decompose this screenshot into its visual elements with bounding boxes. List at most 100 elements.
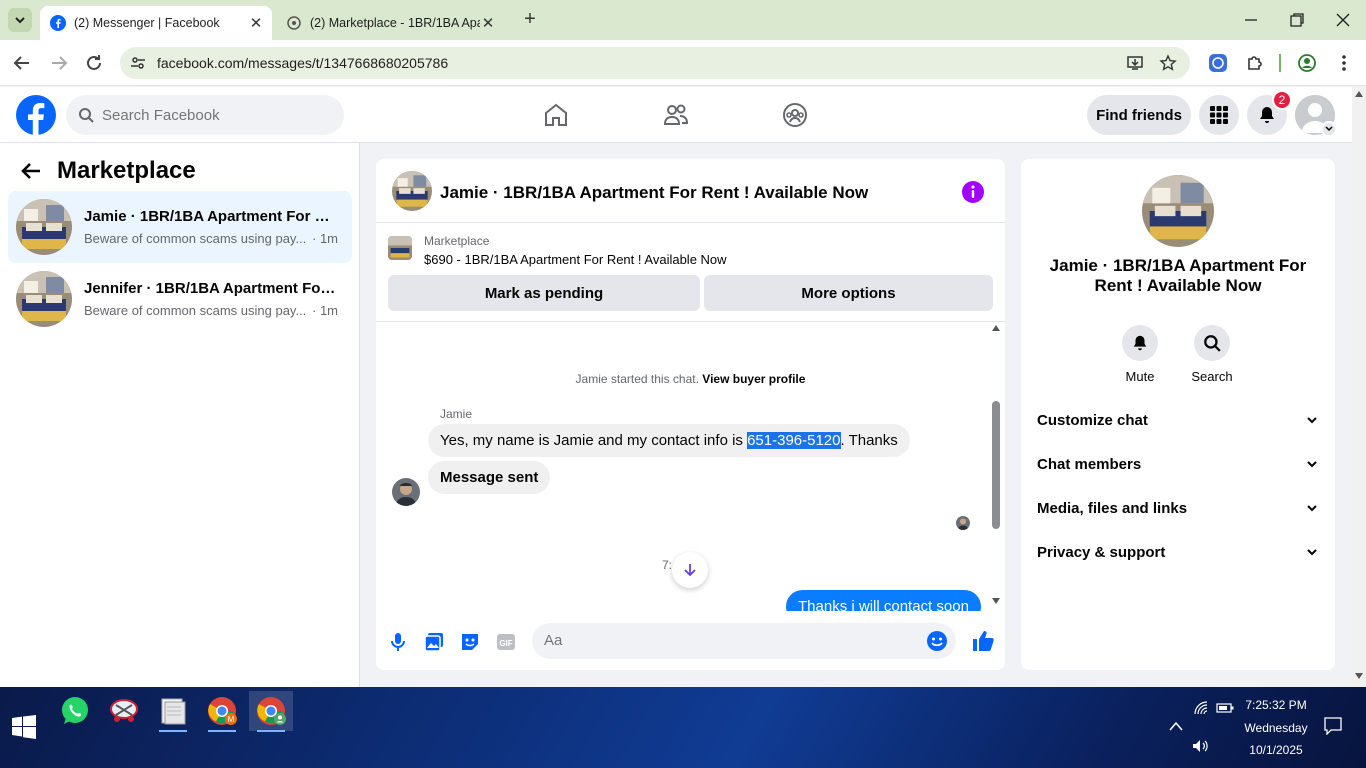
emoji-icon[interactable]	[926, 630, 948, 652]
forward-icon[interactable]	[48, 52, 70, 74]
chrome-menu-icon[interactable]	[1334, 53, 1354, 73]
conversation-item[interactable]: Jennifer · 1BR/1BA Apartment For ... Bew…	[8, 263, 352, 335]
facebook-search-input[interactable]	[102, 106, 322, 124]
mute-label: Mute	[1125, 369, 1155, 384]
scroll-up-icon[interactable]	[992, 325, 1000, 331]
clock-day[interactable]: Wednesday	[1238, 721, 1314, 735]
customize-chat-row[interactable]: Customize chat	[1037, 398, 1319, 442]
message-bubble[interactable]: Message sent	[428, 461, 551, 494]
message-input[interactable]	[544, 632, 904, 649]
bedroom-photo-icon	[388, 236, 412, 260]
windows-taskbar: M 7:25:32 PM Wednesday 10/1/2025	[0, 687, 1366, 768]
sender-name: Jamie	[440, 407, 473, 421]
info-title: Jamie · 1BR/1BA Apartment For Rent ! Ava…	[1049, 256, 1307, 295]
mark-as-pending-button[interactable]: Mark as pending	[388, 275, 700, 311]
chevron-down-icon	[1325, 126, 1333, 132]
scroll-up-icon[interactable]	[1355, 91, 1363, 97]
clock-date[interactable]: 10/1/2025	[1244, 743, 1308, 757]
facebook-logo-icon[interactable]	[16, 95, 56, 135]
conversation-name: Jamie · 1BR/1BA Apartment For Re...	[84, 208, 338, 225]
close-tab-icon[interactable]: ✕	[480, 15, 496, 32]
chat-title[interactable]: Jamie · 1BR/1BA Apartment For Rent ! Ava…	[440, 183, 868, 203]
jump-to-latest-button[interactable]	[672, 552, 708, 588]
svg-text:M: M	[228, 715, 235, 724]
bedroom-photo-icon	[16, 271, 72, 327]
reload-icon[interactable]	[83, 52, 105, 74]
scrollbar-thumb[interactable]	[992, 401, 1000, 529]
restore-icon[interactable]	[1287, 10, 1307, 30]
find-friends-button[interactable]: Find friends	[1087, 95, 1191, 135]
media-files-links-row[interactable]: Media, files and links	[1037, 486, 1319, 530]
extensions-puzzle-icon[interactable]	[1245, 53, 1265, 73]
clock-time[interactable]: 7:25:32 PM	[1244, 698, 1308, 712]
tab-messenger[interactable]: (2) Messenger | Facebook ✕	[40, 6, 272, 40]
menu-button[interactable]	[1199, 95, 1239, 135]
omnibox[interactable]: facebook.com/messages/t/1347668680205786	[120, 47, 1190, 79]
my-message-bubble[interactable]: Thanks i will contact soon	[786, 590, 981, 611]
facebook-search[interactable]	[66, 95, 344, 135]
conversation-item[interactable]: Jamie · 1BR/1BA Apartment For Re... Bewa…	[8, 191, 352, 263]
install-app-icon[interactable]	[1126, 54, 1144, 72]
sticker-icon[interactable]	[459, 631, 481, 653]
minimize-icon[interactable]	[1241, 10, 1261, 30]
wifi-icon[interactable]	[1193, 700, 1209, 716]
groups-icon[interactable]	[781, 101, 809, 129]
page-scrollbar[interactable]	[1352, 87, 1366, 687]
grid-menu-icon	[1210, 106, 1228, 124]
battery-icon[interactable]	[1216, 702, 1234, 714]
banner-label: Marketplace	[424, 234, 490, 248]
marketplace-title: Marketplace	[57, 157, 196, 184]
tab-search-dropdown[interactable]	[8, 8, 32, 32]
bell-icon	[1260, 107, 1274, 123]
photo-icon[interactable]	[423, 631, 445, 653]
site-settings-icon[interactable]	[130, 55, 146, 71]
info-icon[interactable]	[962, 181, 984, 203]
back-icon[interactable]	[11, 52, 33, 74]
search-label: Search	[1191, 369, 1233, 384]
back-arrow-icon[interactable]	[20, 160, 42, 182]
listing-title[interactable]: $690 - 1BR/1BA Apartment For Rent ! Avai…	[424, 252, 727, 267]
chat-large-thumbnail[interactable]	[1142, 175, 1214, 247]
listing-thumbnail[interactable]	[388, 236, 412, 260]
whatsapp-app[interactable]	[53, 691, 97, 731]
snipping-tool-app[interactable]	[102, 691, 146, 731]
bookmark-star-icon[interactable]	[1159, 54, 1177, 72]
chat-thumbnail[interactable]	[392, 171, 432, 211]
microphone-icon[interactable]	[387, 631, 409, 653]
tab-marketplace[interactable]: (2) Marketplace - 1BR/1BA Apar ✕	[276, 6, 504, 40]
privacy-support-row[interactable]: Privacy & support	[1037, 530, 1319, 574]
message-thread[interactable]: Jamie started this chat. View buyer prof…	[376, 323, 1005, 611]
search-icon	[79, 108, 94, 123]
chrome-app-profile-m[interactable]: M	[200, 691, 244, 732]
search-chat-button[interactable]: Search	[1182, 325, 1242, 384]
notification-center-icon[interactable]	[1324, 717, 1342, 735]
windows-start-icon[interactable]	[12, 715, 36, 739]
chat-members-row[interactable]: Chat members	[1037, 442, 1319, 486]
home-icon[interactable]	[542, 101, 570, 129]
profile-icon[interactable]	[1297, 53, 1317, 73]
mute-button[interactable]: Mute	[1110, 325, 1170, 384]
new-tab-button[interactable]: +	[520, 9, 540, 30]
extension-translate-icon[interactable]	[1208, 53, 1228, 73]
show-hidden-icons-chevron[interactable]	[1169, 721, 1183, 731]
conversation-time: · 1m	[312, 231, 338, 246]
message-input-box[interactable]	[532, 623, 956, 659]
file-explorer-app[interactable]	[151, 691, 195, 732]
gif-icon[interactable]: GIF	[495, 631, 517, 653]
view-buyer-profile-link[interactable]: View buyer profile	[702, 372, 805, 386]
close-window-icon[interactable]	[1333, 10, 1353, 30]
account-chevron[interactable]	[1321, 121, 1337, 137]
message-bubble[interactable]: Yes, my name is Jamie and my contact inf…	[428, 424, 910, 457]
conversation-preview: Beware of common scams using pay...	[84, 231, 307, 246]
volume-icon[interactable]	[1192, 739, 1210, 753]
friends-icon[interactable]	[662, 101, 690, 129]
chrome-app-profile-active[interactable]	[249, 691, 293, 732]
search-icon	[1204, 335, 1221, 352]
thumbs-up-icon[interactable]	[971, 629, 995, 653]
scroll-down-icon[interactable]	[992, 598, 1000, 604]
thread-scrollbar[interactable]	[990, 323, 1002, 611]
close-tab-icon[interactable]: ✕	[248, 15, 264, 32]
sender-avatar[interactable]	[392, 478, 420, 506]
more-options-button[interactable]: More options	[704, 275, 993, 311]
scroll-down-icon[interactable]	[1355, 673, 1363, 679]
